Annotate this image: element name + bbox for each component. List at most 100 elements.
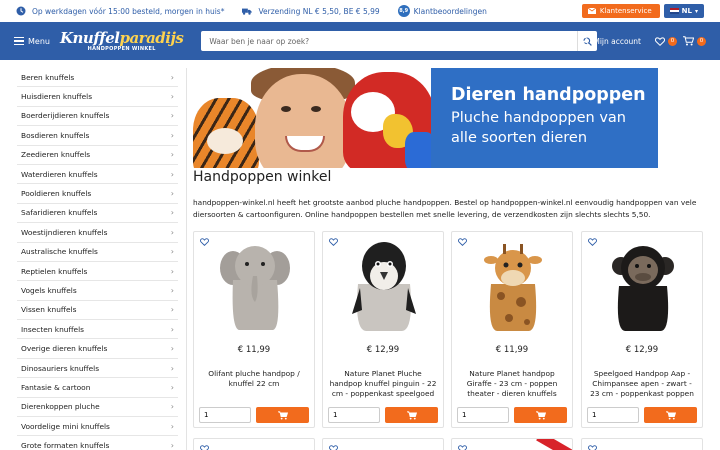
logo-text-part1: Knuffel — [59, 28, 120, 47]
sidebar-category-label: Woestijndieren knuffels — [21, 227, 108, 237]
sidebar-category-item[interactable]: Dierenkoppen pluche › — [17, 398, 178, 418]
quantity-input[interactable] — [328, 407, 380, 423]
sidebar-category-item[interactable]: Insecten knuffels › — [17, 320, 178, 340]
chimpanzee-puppet-image[interactable] — [607, 240, 679, 332]
wishlist-heart-icon[interactable] — [329, 238, 338, 246]
sidebar-category-item[interactable]: Vogels knuffels › — [17, 281, 178, 301]
site-logo[interactable]: Knuffelparadijs HANDPOPPEN WINKEL — [59, 28, 184, 52]
sidebar-category-item[interactable]: Reptielen knuffels › — [17, 262, 178, 282]
sidebar-category-label: Beren knuffels — [21, 72, 75, 82]
wishlist-heart-icon[interactable] — [458, 445, 467, 450]
shipping-text: Verzending NL € 5,50, BE € 5,99 — [258, 6, 380, 16]
wishlist-link[interactable]: 0 — [655, 36, 677, 46]
product-name[interactable]: Nature Planet handpop Giraffe - 23 cm - … — [457, 369, 567, 399]
chevron-right-icon: › — [170, 363, 174, 373]
product-name[interactable]: Olifant pluche handpop / knuffel 22 cm — [199, 369, 309, 389]
product-card[interactable]: € 11,99 Olifant pluche handpop / knuffel … — [193, 231, 315, 428]
add-to-cart-button[interactable] — [514, 407, 567, 423]
sidebar-category-item[interactable]: Fantasie & cartoon › — [17, 378, 178, 398]
sidebar-category-item[interactable]: Grote formaten knuffels › — [17, 436, 178, 450]
banner-subtitle: Pluche handpoppen van alle soorten diere… — [451, 110, 626, 146]
wishlist-heart-icon[interactable] — [588, 445, 597, 450]
product-name[interactable]: Nature Planet Pluche handpop knuffel pin… — [328, 369, 438, 399]
sidebar-category-item[interactable]: Safaridieren knuffels › — [17, 204, 178, 224]
elephant-puppet-image[interactable] — [219, 240, 291, 332]
sidebar-category-label: Bosdieren knuffels — [21, 130, 90, 140]
wishlist-count-badge: 0 — [668, 36, 677, 46]
customer-service-label: Klantenservice — [599, 7, 652, 15]
child-face-image — [255, 74, 351, 168]
product-card[interactable]: € 12,99 Speelgoed Handpop Aap - Chimpanse… — [581, 231, 703, 428]
sidebar-category-label: Vogels knuffels — [21, 285, 77, 295]
sidebar-category-label: Safaridieren knuffels — [21, 208, 98, 218]
account-link[interactable]: Mijn account — [579, 36, 641, 46]
child-eye — [311, 106, 321, 112]
quantity-input[interactable] — [199, 407, 251, 423]
language-selector[interactable]: NL ▾ — [663, 4, 704, 18]
menu-button[interactable]: Menu — [14, 35, 50, 48]
cart-link[interactable]: 0 — [683, 36, 706, 46]
giraffe-puppet-image[interactable] — [477, 240, 549, 332]
chevron-right-icon: › — [170, 382, 174, 392]
add-to-cart-button[interactable] — [256, 407, 309, 423]
sidebar-category-item[interactable]: Woestijndieren knuffels › — [17, 223, 178, 243]
sidebar-category-item[interactable]: Vissen knuffels › — [17, 301, 178, 321]
wishlist-heart-icon[interactable] — [200, 445, 209, 450]
menu-label: Menu — [28, 36, 50, 46]
shopping-cart-icon — [406, 410, 417, 420]
logo-text-part2: paradijs — [119, 28, 184, 47]
logo-tagline: HANDPOPPEN WINKEL — [87, 45, 156, 52]
language-label: NL — [681, 7, 692, 15]
sidebar-category-item[interactable]: Huisdieren knuffels › — [17, 87, 178, 107]
quantity-input[interactable] — [457, 407, 509, 423]
sidebar-category-item[interactable]: Dinosauriers knuffels › — [17, 359, 178, 379]
wishlist-heart-icon[interactable] — [329, 445, 338, 450]
sidebar-category-label: Huisdieren knuffels — [21, 92, 93, 102]
wishlist-heart-icon[interactable] — [200, 238, 209, 246]
cart-count-badge: 0 — [697, 36, 706, 46]
product-card[interactable]: € 11,99 Nature Planet handpop Giraffe - 2… — [451, 231, 573, 428]
product-card-partial[interactable] — [322, 438, 444, 450]
chevron-down-icon: ▾ — [694, 7, 698, 15]
hero-banner[interactable]: Dieren handpoppen Pluche handpoppen van … — [193, 68, 658, 168]
shipping-info: Verzending NL € 5,50, BE € 5,99 — [242, 6, 380, 16]
wishlist-heart-icon[interactable] — [458, 238, 467, 246]
sidebar-category-item[interactable]: Overige dieren knuffels › — [17, 339, 178, 359]
clock-icon — [16, 6, 26, 16]
sidebar-category-item[interactable]: Zeedieren knuffels › — [17, 146, 178, 165]
chevron-right-icon: › — [170, 247, 174, 257]
add-to-cart-button[interactable] — [644, 407, 697, 423]
product-card-partial[interactable] — [193, 438, 315, 450]
sidebar-category-item[interactable]: Australische knuffels › — [17, 243, 178, 262]
sidebar-category-label: Reptielen knuffels — [21, 266, 88, 276]
chevron-right-icon: › — [170, 208, 174, 218]
product-card-partial[interactable] — [451, 438, 573, 450]
customer-service-button[interactable]: Klantenservice — [581, 4, 660, 18]
product-card[interactable]: € 12,99 Nature Planet Pluche handpop knuf… — [322, 231, 444, 428]
sidebar-category-item[interactable]: Bosdieren knuffels › — [17, 126, 178, 146]
search-input[interactable] — [201, 31, 578, 51]
product-name[interactable]: Speelgoed Handpop Aap - Chimpansee apen … — [587, 369, 697, 399]
sidebar-category-item[interactable]: Beren knuffels › — [17, 68, 178, 88]
quantity-input[interactable] — [587, 407, 639, 423]
shopping-cart-icon — [683, 36, 694, 46]
product-price: € 12,99 — [366, 345, 400, 355]
add-to-cart-button[interactable] — [385, 407, 438, 423]
chevron-right-icon: › — [170, 92, 174, 102]
mail-icon — [587, 8, 596, 14]
sidebar-category-item[interactable]: Waterdieren knuffels › — [17, 165, 178, 185]
wishlist-heart-icon[interactable] — [588, 238, 597, 246]
sidebar-category-label: Overige dieren knuffels — [21, 344, 108, 354]
product-card-partial[interactable] — [581, 438, 703, 450]
sidebar-category-item[interactable]: Voordelige mini knuffels › — [17, 417, 178, 437]
reviews-link[interactable]: 8,9 Klantbeoordelingen — [397, 5, 487, 17]
category-sidebar: Beren knuffels › Huisdieren knuffels › Boerd… — [17, 68, 178, 450]
search-bar — [201, 31, 598, 51]
user-icon — [579, 36, 589, 46]
sidebar-category-item[interactable]: Pooldieren knuffels › — [17, 184, 178, 204]
shopping-cart-icon — [535, 410, 546, 420]
sidebar-category-label: Australische knuffels — [21, 247, 98, 257]
penguin-puppet-image[interactable] — [348, 240, 420, 332]
sidebar-category-item[interactable]: Boerderijdieren knuffels › — [17, 107, 178, 127]
chevron-right-icon: › — [170, 324, 174, 334]
